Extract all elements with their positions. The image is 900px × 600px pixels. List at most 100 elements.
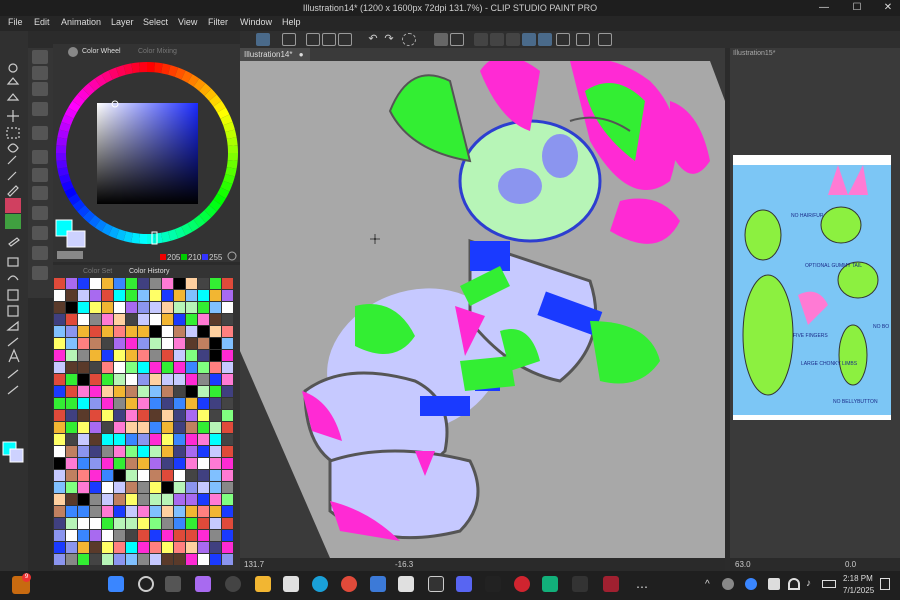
history-swatch[interactable] [198,290,209,301]
history-swatch[interactable] [174,338,185,349]
history-swatch[interactable] [54,446,65,457]
menu-select[interactable]: Select [143,17,168,27]
history-swatch[interactable] [90,302,101,313]
history-swatch[interactable] [210,458,221,469]
history-swatch[interactable] [54,386,65,397]
history-swatch[interactable] [126,470,137,481]
transform-icon[interactable] [450,33,464,46]
history-swatch[interactable] [114,326,125,337]
history-swatch[interactable] [162,422,173,433]
history-swatch[interactable] [150,422,161,433]
history-swatch[interactable] [66,362,77,373]
reference-rotation[interactable]: 0.0 [845,560,856,569]
history-swatch[interactable] [210,326,221,337]
history-swatch[interactable] [102,446,113,457]
history-swatch[interactable] [54,374,65,385]
history-swatch[interactable] [198,302,209,313]
history-swatch[interactable] [54,482,65,493]
history-swatch[interactable] [162,350,173,361]
history-swatch[interactable] [162,434,173,445]
history-swatch[interactable] [210,398,221,409]
redo-icon[interactable]: ↷ [382,33,396,46]
tab-color-mixing[interactable]: Color Mixing [138,48,177,55]
chevron-up-icon[interactable]: ^ [705,579,710,590]
history-swatch[interactable] [102,386,113,397]
deselect-icon[interactable] [402,33,416,46]
subtool-icon-8[interactable] [32,186,48,200]
menu-window[interactable]: Window [240,17,272,27]
history-swatch[interactable] [162,314,173,325]
history-swatch[interactable] [222,386,233,397]
app-icon-1[interactable] [398,576,414,592]
history-swatch[interactable] [126,290,137,301]
history-swatch[interactable] [162,542,173,553]
history-swatch[interactable] [66,410,77,421]
history-swatch[interactable] [210,470,221,481]
history-swatch[interactable] [66,434,77,445]
history-swatch[interactable] [54,398,65,409]
history-swatch[interactable] [114,494,125,505]
history-swatch[interactable] [210,374,221,385]
history-swatch[interactable] [186,518,197,529]
history-swatch[interactable] [102,398,113,409]
history-swatch[interactable] [102,482,113,493]
history-swatch[interactable] [162,470,173,481]
history-swatch[interactable] [102,338,113,349]
history-swatch[interactable] [186,374,197,385]
task-view-icon[interactable] [165,576,181,592]
history-swatch[interactable] [162,302,173,313]
history-swatch[interactable] [222,518,233,529]
history-swatch[interactable] [174,374,185,385]
history-swatch[interactable] [222,350,233,361]
history-swatch[interactable] [66,374,77,385]
history-swatch[interactable] [138,302,149,313]
history-swatch[interactable] [54,410,65,421]
subtool-icon-2[interactable] [32,66,48,80]
history-swatch[interactable] [150,398,161,409]
history-swatch[interactable] [210,386,221,397]
history-swatch[interactable] [90,542,101,553]
history-swatch[interactable] [138,446,149,457]
history-swatch[interactable] [54,350,65,361]
history-swatch[interactable] [114,530,125,541]
subtool-icon-6[interactable] [32,150,48,164]
history-swatch[interactable] [222,542,233,553]
undo-icon[interactable]: ↶ [366,33,380,46]
history-swatch[interactable] [126,494,137,505]
history-swatch[interactable] [102,302,113,313]
history-swatch[interactable] [222,554,233,565]
reference-zoom[interactable]: 63.0 [735,560,751,569]
history-swatch[interactable] [90,398,101,409]
history-swatch[interactable] [78,554,89,565]
history-swatch[interactable] [222,446,233,457]
history-swatch[interactable] [126,362,137,373]
history-swatch[interactable] [66,482,77,493]
close-button[interactable]: ✕ [876,0,900,16]
history-swatch[interactable] [210,542,221,553]
history-swatch[interactable] [150,350,161,361]
tab-color-history[interactable]: Color History [129,268,169,275]
history-swatch[interactable] [114,434,125,445]
history-swatch[interactable] [54,338,65,349]
history-swatch[interactable] [126,278,137,289]
history-swatch[interactable] [198,542,209,553]
history-swatch[interactable] [90,326,101,337]
history-swatch[interactable] [198,434,209,445]
history-swatch[interactable] [162,518,173,529]
history-swatch[interactable] [162,290,173,301]
menu-layer[interactable]: Layer [111,17,134,27]
history-swatch[interactable] [222,314,233,325]
menu-filter[interactable]: Filter [208,17,228,27]
history-swatch[interactable] [78,470,89,481]
history-swatch[interactable] [102,362,113,373]
history-swatch[interactable] [198,506,209,517]
history-swatch[interactable] [126,338,137,349]
history-swatch[interactable] [102,278,113,289]
app-icon-4[interactable] [603,576,619,592]
subtool-icon-11[interactable] [32,246,48,260]
history-swatch[interactable] [66,542,77,553]
snap-special-icon[interactable] [506,33,520,46]
windows-start-icon[interactable] [108,576,124,592]
history-swatch[interactable] [186,314,197,325]
history-swatch[interactable] [126,422,137,433]
